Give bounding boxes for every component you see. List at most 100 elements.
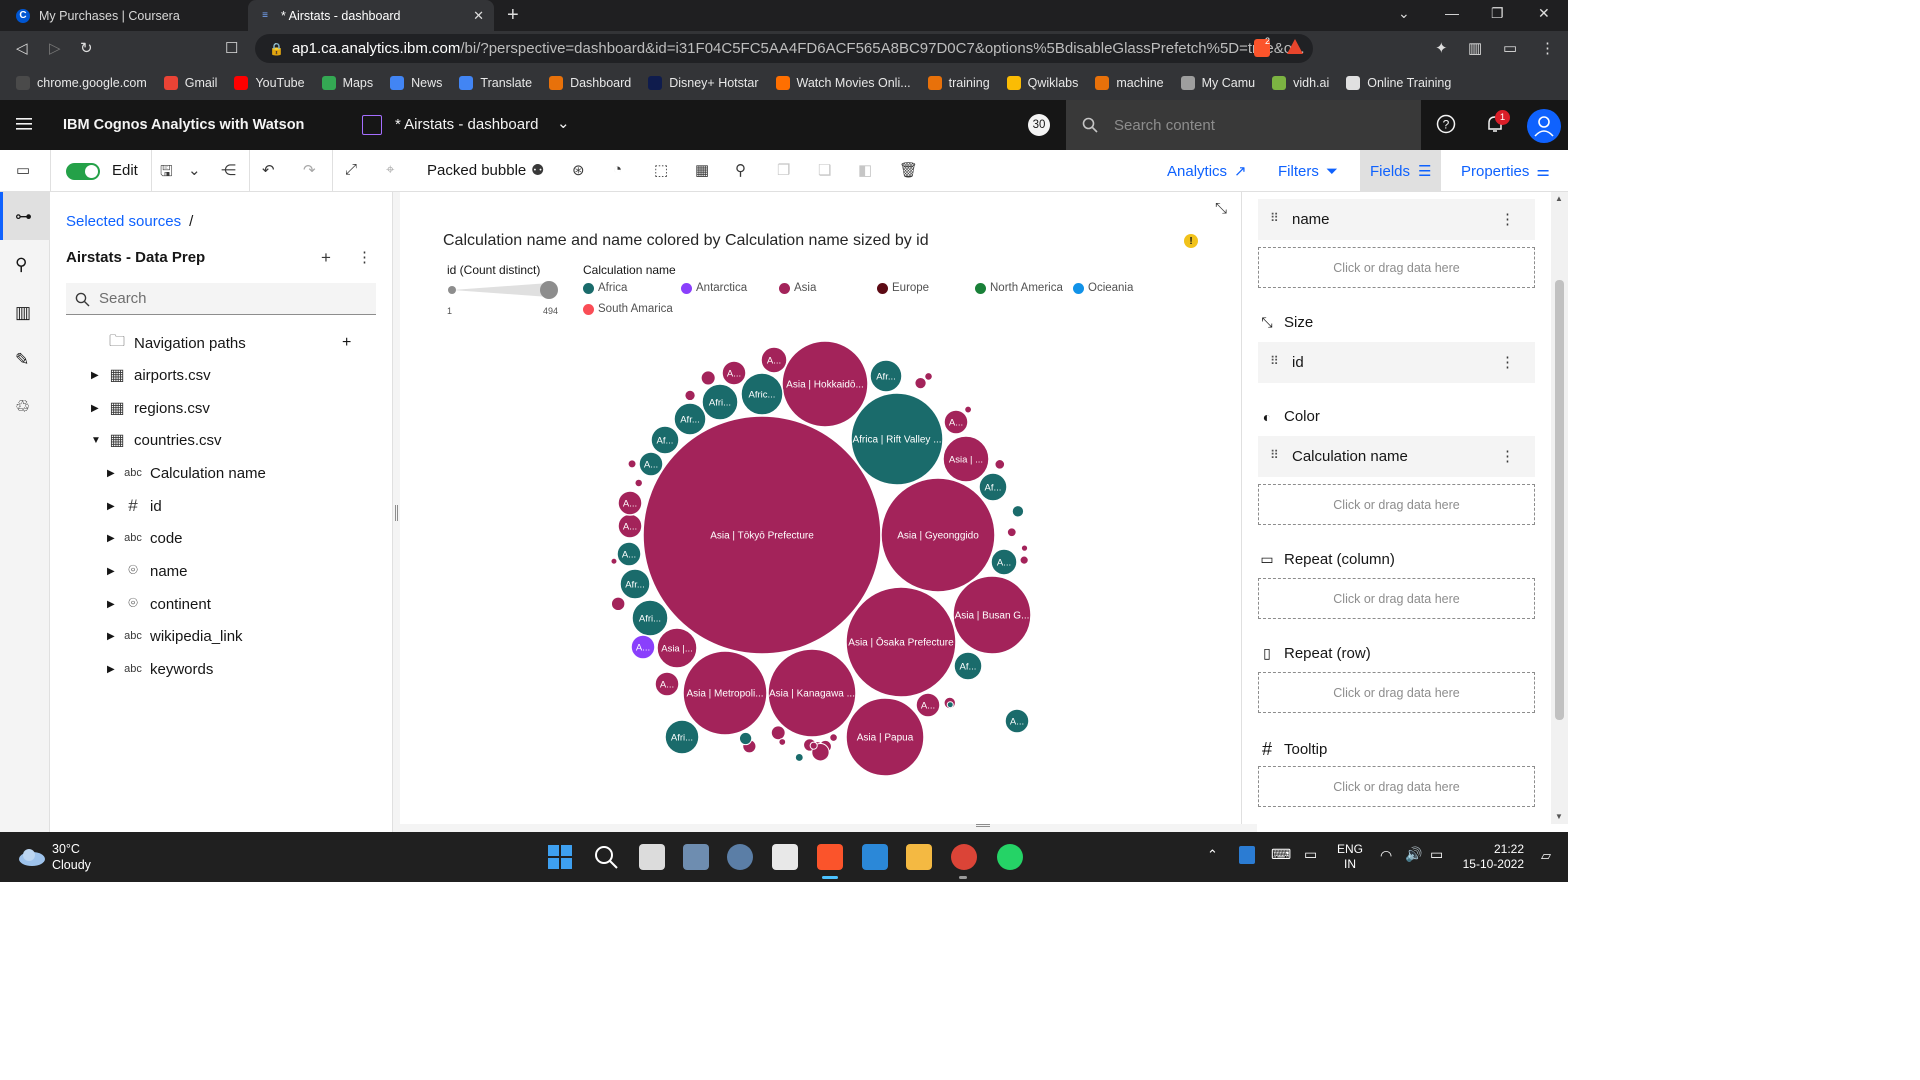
task-view-icon[interactable] xyxy=(639,844,665,870)
small-bubble[interactable] xyxy=(946,701,954,709)
bookmark-item[interactable]: chrome.google.com xyxy=(16,76,147,90)
tree-item[interactable]: ▶ ⌾ name xyxy=(107,558,188,584)
data-sources-icon[interactable]: ⊶ xyxy=(15,207,32,227)
snipping-tool-icon[interactable] xyxy=(772,844,798,870)
tree-item[interactable]: ▶ abc wikipedia_link xyxy=(107,623,243,649)
resize-handle[interactable] xyxy=(976,824,990,827)
small-bubble[interactable] xyxy=(770,725,786,741)
small-bubble[interactable] xyxy=(738,731,753,746)
camera-app-icon[interactable] xyxy=(683,844,709,870)
drop-zone[interactable]: Click or drag data here xyxy=(1258,766,1535,807)
bookmark-item[interactable]: Disney+ Hotstar xyxy=(648,76,759,90)
comment-icon[interactable]: ▭ xyxy=(16,161,30,179)
small-bubble[interactable] xyxy=(809,741,818,750)
caret-right-icon[interactable]: ▶ xyxy=(107,664,115,675)
save-icon[interactable]: 🖫 xyxy=(160,161,173,186)
small-bubble[interactable] xyxy=(964,405,973,414)
settings-icon[interactable] xyxy=(727,844,753,870)
drop-zone[interactable]: Click or drag data here xyxy=(1258,247,1535,288)
paste-icon[interactable]: ❏ xyxy=(818,161,831,179)
count-badge[interactable]: 30 xyxy=(1028,114,1050,136)
windows-start-icon[interactable] xyxy=(547,844,573,870)
search-content-input[interactable]: Search content xyxy=(1066,100,1421,150)
bookmark-item[interactable]: vidh.ai xyxy=(1272,76,1329,90)
tree-item[interactable]: ▶ # id xyxy=(107,493,162,519)
tab-search-icon[interactable]: ⌄ xyxy=(1398,5,1410,22)
sidebar-icon[interactable]: ▥ xyxy=(1468,39,1482,57)
network-icon[interactable]: ⊛ xyxy=(572,161,585,179)
security-shield-icon[interactable] xyxy=(1239,846,1255,864)
battery-icon[interactable]: ▭ xyxy=(1430,847,1443,862)
search-icon[interactable] xyxy=(593,844,619,870)
small-bubble[interactable] xyxy=(1019,555,1029,565)
caret-right-icon[interactable]: ▶ xyxy=(107,501,115,512)
wallet-icon[interactable]: ▭ xyxy=(1503,39,1517,57)
copy-icon[interactable]: ❐ xyxy=(777,161,790,179)
show-hidden-icons-icon[interactable]: ⌃ xyxy=(1207,847,1218,862)
add-path-icon[interactable]: + xyxy=(342,334,351,352)
field-slot-id[interactable]: ⠿ id ⋮ xyxy=(1258,342,1535,383)
maximize-button[interactable]: ❐ xyxy=(1491,5,1504,22)
small-bubble[interactable] xyxy=(610,557,618,565)
file-explorer-icon[interactable] xyxy=(906,844,932,870)
small-bubble[interactable] xyxy=(1011,505,1025,518)
desktop-app-icon[interactable] xyxy=(862,844,888,870)
more-options-icon[interactable]: ⋮ xyxy=(1500,353,1515,371)
small-bubble[interactable] xyxy=(778,738,787,746)
more-options-icon[interactable]: ⋮ xyxy=(1500,447,1515,465)
caret-right-icon[interactable]: ▶ xyxy=(107,566,115,577)
bookmark-item[interactable]: Gmail xyxy=(163,76,217,90)
breadcrumb-link[interactable]: Selected sources xyxy=(66,213,181,230)
tree-item[interactable]: 🗀 Navigation paths + xyxy=(108,330,351,356)
packed-bubble-icon[interactable]: ⚉ xyxy=(531,161,544,179)
forward-icon[interactable]: ▷ xyxy=(49,39,61,57)
chevron-down-icon[interactable]: ⌄ xyxy=(557,114,570,132)
small-bubble[interactable] xyxy=(700,370,716,386)
url-field[interactable]: 🔒 ap1.ca.analytics.ibm.com/bi/?perspecti… xyxy=(255,34,1313,63)
caret-right-icon[interactable]: ▶ xyxy=(107,468,115,479)
drop-zone[interactable]: Click or drag data here xyxy=(1258,578,1535,619)
tree-item[interactable]: ▶ ⌾ continent xyxy=(107,591,211,617)
dashboard-name[interactable]: * Airstats - dashboard xyxy=(395,116,538,133)
scroll-up-icon[interactable]: ▲ xyxy=(1555,194,1563,203)
new-tab-button[interactable]: + xyxy=(507,4,519,27)
small-bubble[interactable] xyxy=(610,596,626,612)
user-avatar[interactable] xyxy=(1527,109,1561,143)
tree-item[interactable]: ▶ ▦ regions.csv xyxy=(91,395,210,421)
menu-icon[interactable]: ⋮ xyxy=(1540,39,1555,57)
tree-item[interactable]: ▶ abc Calculation name xyxy=(107,460,266,486)
viz-type-label[interactable]: Packed bubble xyxy=(427,162,526,179)
more-options-icon[interactable]: ⋮ xyxy=(1500,210,1515,228)
pin-icon[interactable]: ⚲ xyxy=(15,255,27,275)
bookmark-item[interactable]: Translate xyxy=(459,76,532,90)
brave-browser-icon[interactable] xyxy=(817,844,843,870)
panel-resize-handle[interactable] xyxy=(395,505,398,521)
caret-right-icon[interactable]: ▶ xyxy=(107,533,115,544)
caret-right-icon[interactable]: ▶ xyxy=(91,370,99,381)
bookmark-item[interactable]: training xyxy=(927,76,990,90)
more-options-icon[interactable]: ⋮ xyxy=(357,248,372,266)
hamburger-menu-icon[interactable] xyxy=(16,117,32,131)
small-bubble[interactable] xyxy=(794,753,804,762)
scroll-down-icon[interactable]: ▼ xyxy=(1555,812,1563,821)
notifications-icon[interactable]: ▱ xyxy=(1541,848,1551,863)
drag-handle-icon[interactable]: ⠿ xyxy=(1270,354,1280,368)
clock[interactable]: 21:22 15-10-2022 xyxy=(1462,842,1524,872)
scrollbar-thumb[interactable] xyxy=(1555,280,1564,720)
caret-right-icon[interactable]: ▶ xyxy=(91,403,99,414)
delete-icon[interactable]: 🗑 xyxy=(899,161,918,179)
tab-analytics[interactable]: Analytics ↗ xyxy=(1157,150,1257,192)
bookmark-item[interactable]: machine xyxy=(1095,76,1164,90)
tree-item[interactable]: ▶ ▦ airports.csv xyxy=(91,362,211,388)
volume-icon[interactable]: 🔊 xyxy=(1405,847,1422,862)
drop-zone[interactable]: Click or drag data here xyxy=(1258,672,1535,713)
animation-icon[interactable]: ◔ xyxy=(613,161,622,178)
share-icon[interactable]: ⋲ xyxy=(221,161,236,179)
bookmark-icon[interactable]: ☐ xyxy=(225,39,238,57)
undo-icon[interactable]: ↶ xyxy=(262,161,275,179)
widgets-icon[interactable]: ✎ xyxy=(15,350,29,370)
display-icon[interactable]: ▭ xyxy=(1304,847,1317,862)
wifi-icon[interactable]: ◠ xyxy=(1380,848,1392,863)
keyboard-icon[interactable]: ⌨ xyxy=(1271,847,1291,862)
add-source-icon[interactable]: + xyxy=(321,248,331,268)
